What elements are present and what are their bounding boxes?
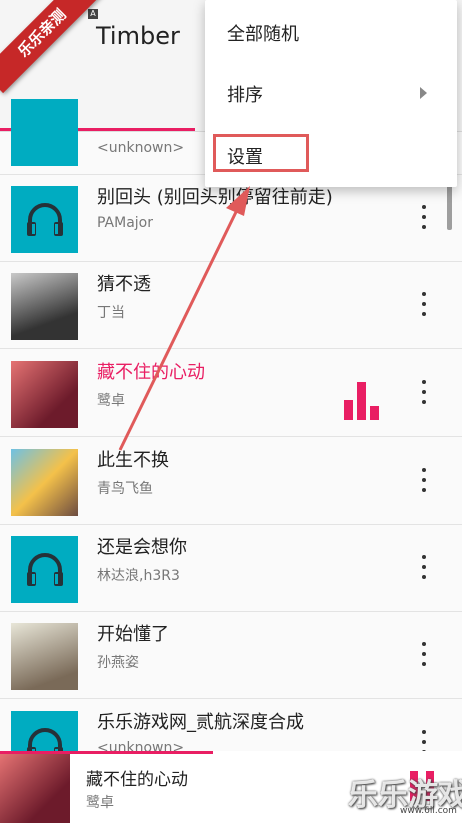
menu-item-label: 全部随机 (227, 24, 299, 45)
song-artist: 林达浪,h3R3 (97, 568, 180, 584)
now-playing-album-art (0, 754, 70, 823)
song-artist: <unknown> (97, 140, 185, 156)
more-options-icon[interactable] (414, 290, 434, 320)
song-artist: 孙燕姿 (97, 655, 139, 671)
notification-a-icon: A (88, 9, 98, 19)
list-item[interactable]: 猜不透 丁当 (0, 262, 462, 349)
headphones-icon (26, 552, 63, 586)
list-item[interactable]: 还是会想你 林达浪,h3R3 (0, 525, 462, 612)
song-title: 乐乐游戏网_贰航深度合成 (97, 712, 304, 733)
annotation-highlight-box (213, 134, 309, 172)
list-item[interactable]: 别回头 (别回头别停留往前走) PAMajor (0, 175, 462, 262)
album-art (11, 449, 78, 516)
album-art (11, 536, 78, 603)
song-artist: 青鸟飞鱼 (97, 481, 153, 497)
list-item[interactable]: 藏不住的心动 鹭卓 (0, 350, 462, 437)
headphones-icon (26, 202, 63, 236)
song-title: 藏不住的心动 (97, 362, 205, 383)
menu-item-sort[interactable]: 排序 (205, 63, 457, 123)
song-title: 猜不透 (97, 274, 151, 295)
app-title: Timber (96, 22, 180, 50)
song-artist: 鹭卓 (97, 393, 125, 409)
menu-item-label: 排序 (227, 85, 263, 106)
song-artist: PAMajor (97, 215, 153, 231)
now-playing-artist: 鹭卓 (86, 795, 114, 811)
album-art (11, 623, 78, 690)
list-item[interactable]: 此生不换 青鸟飞鱼 (0, 438, 462, 525)
song-title: 还是会想你 (97, 537, 187, 558)
list-item[interactable]: 开始懂了 孙燕姿 (0, 612, 462, 699)
album-art (11, 186, 78, 253)
song-title: 此生不换 (97, 450, 169, 471)
more-options-icon[interactable] (414, 378, 434, 408)
menu-item-shuffle-all[interactable]: 全部随机 (205, 2, 457, 62)
song-artist: 丁当 (97, 305, 125, 321)
album-art (11, 99, 78, 166)
watermark-url: www.6ll.com (400, 806, 457, 816)
more-options-icon[interactable] (414, 466, 434, 496)
song-title: 开始懂了 (97, 624, 169, 645)
more-options-icon[interactable] (414, 553, 434, 583)
more-options-icon[interactable] (414, 640, 434, 670)
now-playing-title: 藏不住的心动 (86, 770, 188, 790)
album-art (11, 361, 78, 428)
more-options-icon[interactable] (414, 203, 434, 233)
submenu-arrow-icon (420, 87, 427, 99)
album-art (11, 273, 78, 340)
now-playing-equalizer-icon (344, 380, 380, 420)
